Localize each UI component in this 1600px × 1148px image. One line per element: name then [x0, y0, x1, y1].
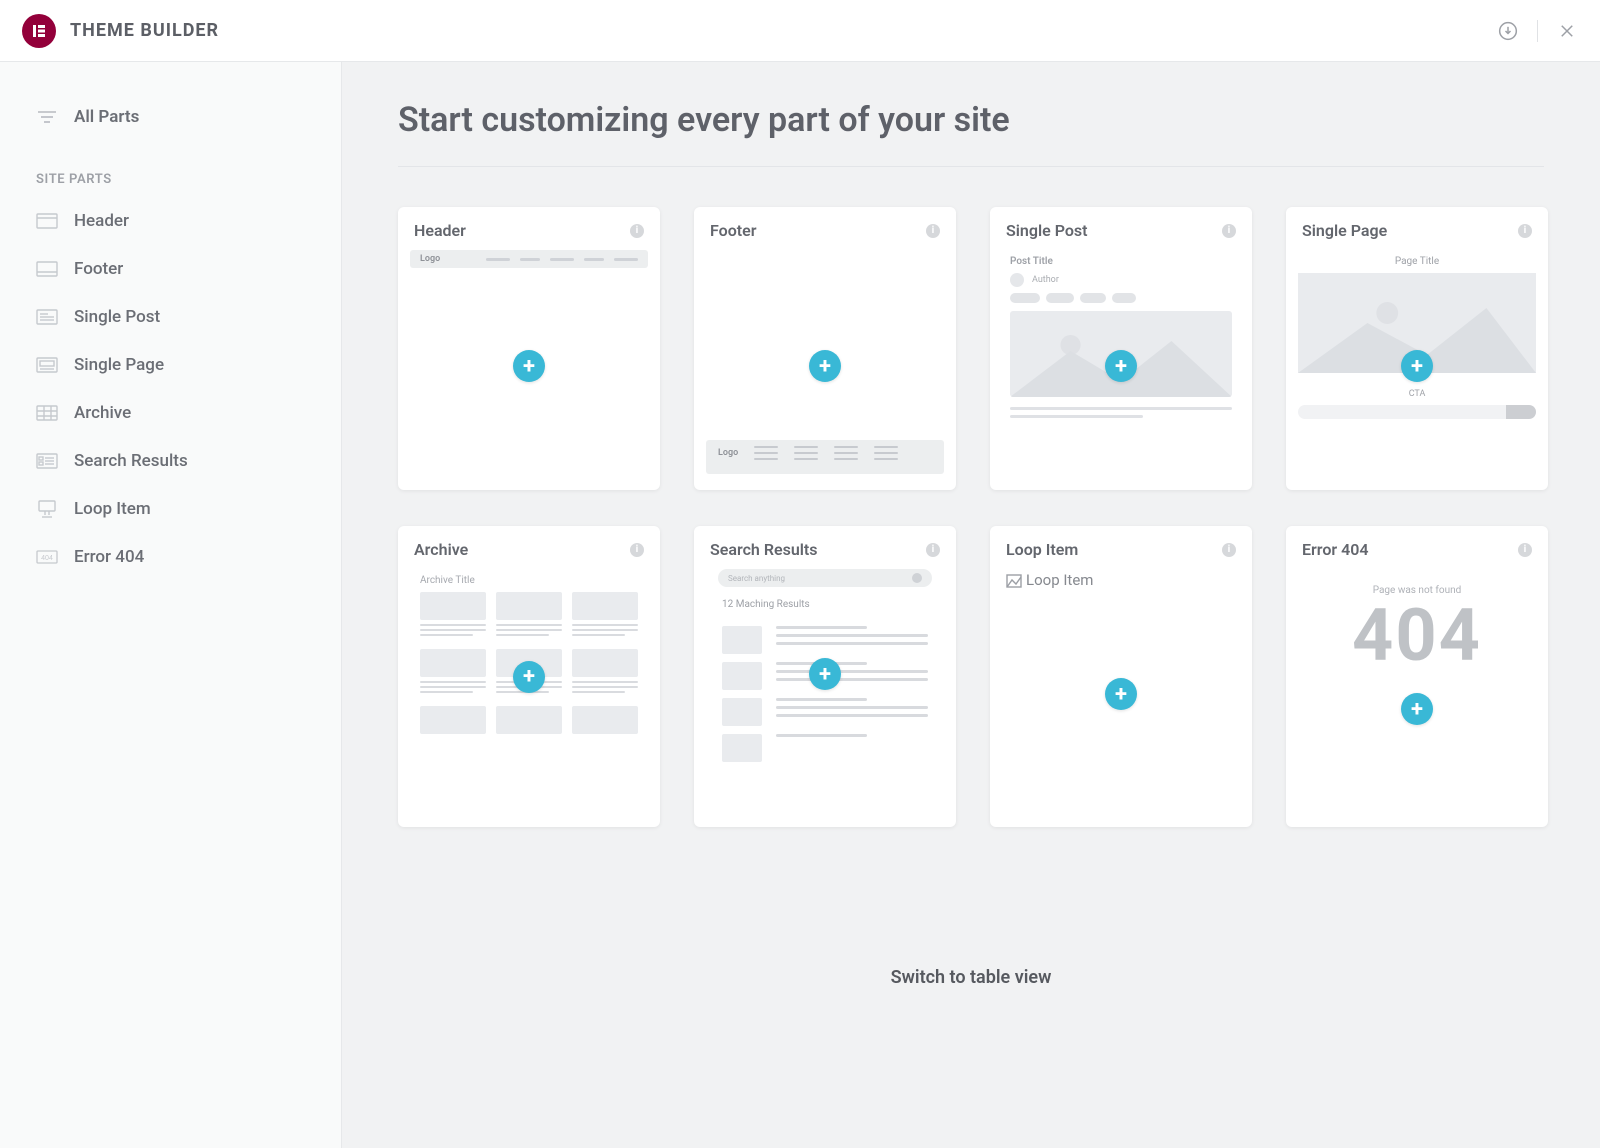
sidebar-item-label: Loop Item	[74, 499, 151, 519]
header-preview-logo: Logo	[420, 254, 440, 264]
info-icon[interactable]: i	[630, 224, 644, 238]
info-icon[interactable]: i	[1222, 543, 1236, 557]
sidebar-item-single-page[interactable]: Single Page	[0, 341, 341, 389]
loop-preview-label: Loop Item	[1002, 569, 1240, 591]
app-title: THEME BUILDER	[70, 20, 219, 41]
avatar-icon	[1010, 273, 1024, 287]
card-title: Archive	[414, 540, 468, 559]
sidebar-item-footer[interactable]: Footer	[0, 245, 341, 293]
sidebar: All Parts SITE PARTS Header Footer Singl…	[0, 62, 342, 1148]
sidebar-item-label: Footer	[74, 259, 123, 279]
sidebar-section-label: SITE PARTS	[0, 144, 341, 197]
search-icon	[912, 573, 922, 583]
add-button[interactable]: +	[1401, 693, 1433, 725]
info-icon[interactable]: i	[630, 543, 644, 557]
post-preview-tags	[1002, 293, 1240, 311]
card-single-post[interactable]: Single Post i Post Title Author	[990, 207, 1252, 490]
sidebar-item-label: Error 404	[74, 547, 144, 567]
card-title: Single Page	[1302, 221, 1387, 240]
info-icon[interactable]: i	[926, 543, 940, 557]
sidebar-item-single-post[interactable]: Single Post	[0, 293, 341, 341]
page-title: Start customizing every part of your sit…	[398, 100, 1544, 167]
post-preview-author: Author	[1002, 273, 1240, 293]
info-icon[interactable]: i	[926, 224, 940, 238]
card-footer[interactable]: Footer i + Logo	[694, 207, 956, 490]
topbar-right	[1497, 20, 1578, 42]
add-button[interactable]: +	[1401, 350, 1433, 382]
page-preview-bar	[1298, 405, 1536, 419]
archive-preview-title: Archive Title	[410, 569, 648, 592]
add-button[interactable]: +	[513, 661, 545, 693]
archive-icon	[36, 404, 58, 422]
search-preview-placeholder: Search anything	[728, 574, 785, 583]
parts-grid: Header i Logo + Footer i	[398, 207, 1544, 827]
card-title: Footer	[710, 221, 756, 240]
switch-to-table-view[interactable]: Switch to table view	[398, 827, 1544, 1028]
page-preview-title: Page Title	[1298, 250, 1536, 273]
header-part-icon	[36, 212, 58, 230]
topbar: THEME BUILDER	[0, 0, 1600, 62]
footer-part-icon	[36, 260, 58, 278]
sidebar-item-header[interactable]: Header	[0, 197, 341, 245]
card-title: Header	[414, 221, 466, 240]
add-button[interactable]: +	[1105, 350, 1137, 382]
topbar-left: THEME BUILDER	[22, 14, 219, 48]
page-preview-cta: CTA	[1298, 383, 1536, 405]
sidebar-all-parts-label: All Parts	[74, 107, 139, 127]
add-button[interactable]: +	[1105, 678, 1137, 710]
placeholder-icon	[1006, 574, 1022, 592]
card-search-results[interactable]: Search Results i Search anything 12 Mach…	[694, 526, 956, 827]
card-title: Single Post	[1006, 221, 1088, 240]
card-title: Search Results	[710, 540, 818, 559]
sidebar-item-label: Single Post	[74, 307, 160, 327]
add-button[interactable]: +	[809, 350, 841, 382]
filter-icon	[36, 106, 58, 128]
single-page-icon	[36, 356, 58, 374]
svg-text:404: 404	[41, 555, 53, 562]
footer-preview-logo: Logo	[718, 446, 738, 458]
sidebar-item-loop-item[interactable]: Loop Item	[0, 485, 341, 533]
search-results-icon	[36, 452, 58, 470]
close-icon[interactable]	[1556, 20, 1578, 42]
sidebar-item-archive[interactable]: Archive	[0, 389, 341, 437]
sidebar-item-label: Single Page	[74, 355, 164, 375]
card-archive[interactable]: Archive i Archive Title	[398, 526, 660, 827]
footer-preview: Logo	[706, 440, 944, 474]
search-preview-bar: Search anything	[718, 569, 932, 587]
card-single-page[interactable]: Single Page i Page Title CTA +	[1286, 207, 1548, 490]
sidebar-item-label: Header	[74, 211, 129, 231]
sidebar-item-label: Archive	[74, 403, 131, 423]
single-post-icon	[36, 308, 58, 326]
main: Start customizing every part of your sit…	[342, 62, 1600, 1148]
sidebar-item-label: Search Results	[74, 451, 188, 471]
card-header[interactable]: Header i Logo +	[398, 207, 660, 490]
info-icon[interactable]: i	[1518, 224, 1532, 238]
error-404-icon: 404	[36, 548, 58, 566]
elementor-logo	[22, 14, 56, 48]
info-icon[interactable]: i	[1222, 224, 1236, 238]
sidebar-all-parts[interactable]: All Parts	[0, 90, 341, 144]
post-preview-title: Post Title	[1002, 250, 1240, 273]
card-loop-item[interactable]: Loop Item i Loop Item +	[990, 526, 1252, 827]
error404-preview-subtitle: Page was not found	[1298, 569, 1536, 596]
error404-preview-code: 404	[1298, 596, 1536, 672]
sidebar-item-error-404[interactable]: 404 Error 404	[0, 533, 341, 581]
info-icon[interactable]: i	[1518, 543, 1532, 557]
sidebar-item-search-results[interactable]: Search Results	[0, 437, 341, 485]
card-title: Error 404	[1302, 540, 1369, 559]
download-icon[interactable]	[1497, 20, 1519, 42]
separator	[1537, 20, 1538, 42]
card-title: Loop Item	[1006, 540, 1078, 559]
header-preview: Logo	[410, 250, 648, 268]
add-button[interactable]: +	[513, 350, 545, 382]
loop-item-icon	[36, 500, 58, 518]
search-preview-count: 12 Maching Results	[706, 587, 944, 622]
card-error-404[interactable]: Error 404 i Page was not found 404 +	[1286, 526, 1548, 827]
add-button[interactable]: +	[809, 658, 841, 690]
